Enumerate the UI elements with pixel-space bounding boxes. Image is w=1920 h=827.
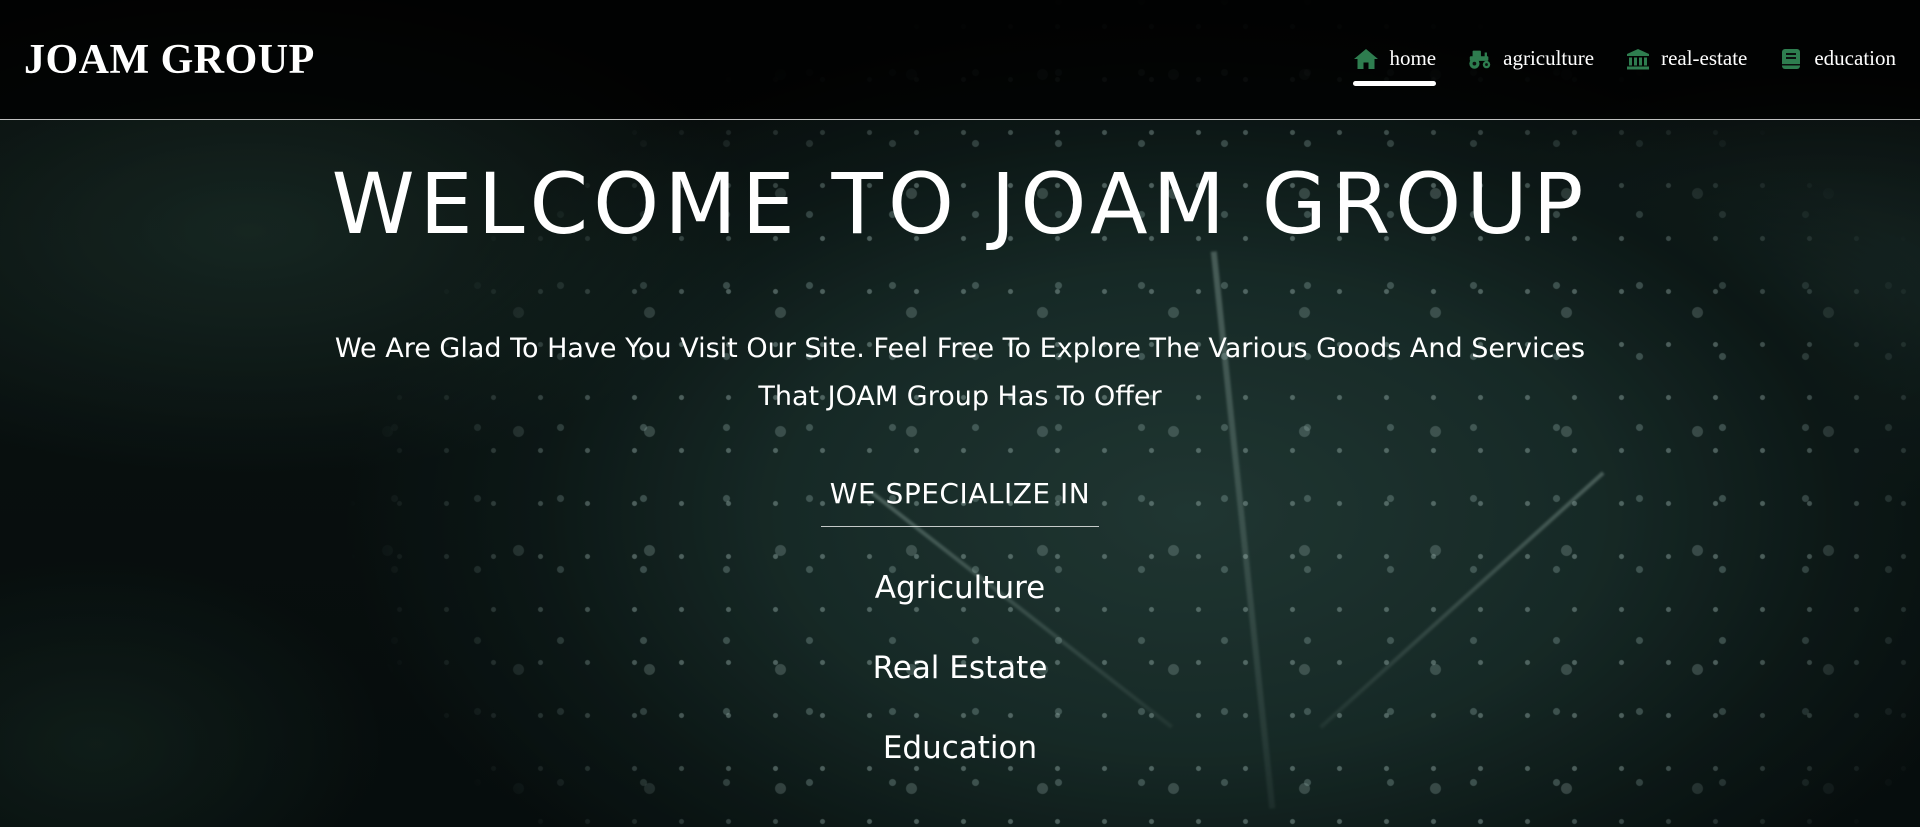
nav-label-home: home [1389, 46, 1437, 70]
nav-label-education: education [1814, 46, 1896, 70]
specialties-list: Agriculture Real Estate Education [0, 568, 1920, 808]
brand-logo-text[interactable]: JOAM GROUP [24, 36, 315, 84]
specialize-heading: WE SPECIALIZE IN [829, 477, 1091, 510]
tractor-icon [1467, 48, 1493, 70]
page-title: WELCOME TO JOAM GROUP [331, 155, 1589, 253]
hero-section: WELCOME TO JOAM GROUP We Are Glad To Hav… [0, 121, 1920, 827]
main-nav: home agriculture real-estate education [1353, 46, 1896, 86]
nav-item-home[interactable]: home [1353, 46, 1437, 86]
bank-building-icon [1625, 48, 1651, 70]
book-icon [1778, 48, 1804, 70]
nav-label-agriculture: agriculture [1503, 46, 1595, 70]
nav-item-real-estate[interactable]: real-estate [1625, 46, 1747, 75]
top-navbar: JOAM GROUP home agriculture real-estate … [0, 0, 1920, 120]
specialty-real-estate-link[interactable]: Real Estate [0, 648, 1920, 728]
specialty-education-link[interactable]: Education [0, 728, 1920, 808]
home-icon [1353, 48, 1379, 70]
welcome-subtitle: We Are Glad To Have You Visit Our Site. … [334, 333, 1586, 412]
heading-divider [821, 526, 1099, 527]
nav-label-real-estate: real-estate [1661, 46, 1748, 70]
nav-item-agriculture[interactable]: agriculture [1467, 46, 1594, 75]
nav-item-education[interactable]: education [1778, 46, 1896, 75]
specialty-agriculture-link[interactable]: Agriculture [0, 568, 1920, 648]
